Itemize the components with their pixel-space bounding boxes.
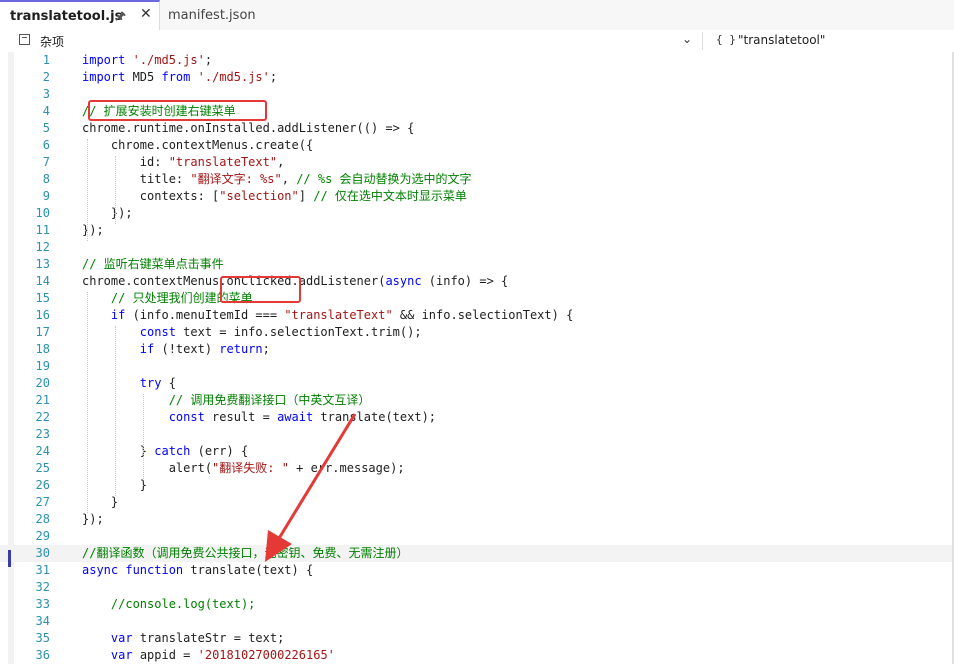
project-dropdown[interactable]: 杂项 bbox=[40, 33, 64, 50]
chevron-down-icon[interactable]: ⌄ bbox=[682, 32, 692, 46]
scope-dropdown[interactable]: "translatetool" bbox=[738, 33, 825, 47]
close-icon[interactable]: ✕ bbox=[140, 6, 152, 22]
tab-label: translatetool.js bbox=[10, 8, 123, 24]
tab-bar: translatetool.js 🖈 ✕ manifest.json bbox=[0, 0, 954, 31]
scope-icon: { } bbox=[716, 33, 736, 46]
tab-translatetool-js[interactable]: translatetool.js 🖈 ✕ bbox=[0, 0, 160, 30]
navigation-bar: 杂项 ⌄ { } "translatetool" bbox=[0, 30, 954, 53]
tab-label: manifest.json bbox=[168, 7, 256, 23]
annotation-arrow bbox=[265, 413, 357, 562]
nav-separator bbox=[702, 32, 703, 50]
tab-manifest-json[interactable]: manifest.json bbox=[160, 0, 260, 30]
pin-icon[interactable]: 🖈 bbox=[115, 7, 126, 28]
code-editor[interactable]: 1 import './md5.js'; 2 import MD5 from './m… bbox=[0, 52, 954, 664]
project-icon bbox=[19, 34, 30, 45]
